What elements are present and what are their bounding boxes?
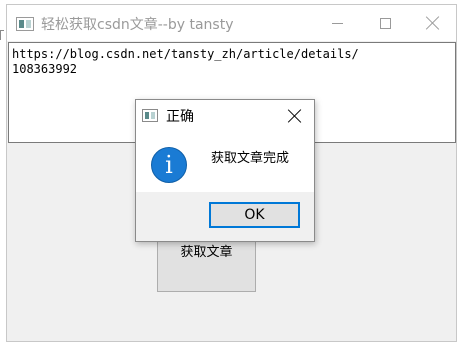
ok-button[interactable]: OK (209, 202, 300, 228)
dialog-title-bar[interactable]: 正确 (136, 100, 314, 131)
title-bar[interactable]: 轻松获取csdn文章--by tansty (7, 5, 456, 41)
maximize-button[interactable] (361, 5, 409, 41)
app-window-icon (16, 17, 34, 31)
dialog-body: i 获取文章完成 (136, 131, 314, 192)
window-title: 轻松获取csdn文章--by tansty (41, 17, 234, 33)
close-icon (288, 109, 302, 123)
dialog-title: 正确 (166, 109, 194, 125)
info-icon: i (151, 147, 187, 183)
background-window-edge (0, 30, 4, 40)
minimize-button[interactable] (313, 5, 361, 41)
minimize-icon (331, 22, 343, 24)
maximize-icon (379, 17, 391, 29)
message-dialog: 正确 i 获取文章完成 OK (135, 99, 315, 242)
dialog-message: 获取文章完成 (211, 151, 290, 166)
dialog-app-icon (142, 109, 158, 122)
close-button[interactable] (409, 5, 457, 41)
close-icon (426, 16, 440, 30)
fetch-article-button[interactable]: 获取文章 (157, 234, 256, 292)
dialog-close-button[interactable] (276, 100, 314, 131)
